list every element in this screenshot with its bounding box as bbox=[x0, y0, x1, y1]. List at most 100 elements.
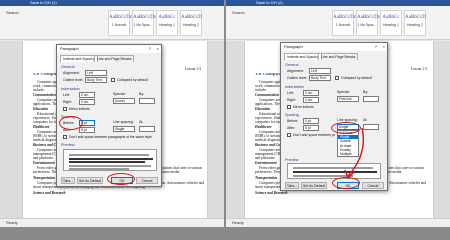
doc-line: and platforms. bbox=[33, 156, 54, 160]
help-icon[interactable]: ? bbox=[375, 43, 377, 51]
outline-level-label: Outline level: bbox=[63, 78, 84, 82]
dont-add-space-checkbox[interactable] bbox=[287, 133, 291, 137]
search-box[interactable]: Search bbox=[232, 10, 245, 15]
line-spacing-label: Line spacing: bbox=[113, 120, 134, 124]
section-preview: Preview bbox=[61, 143, 75, 147]
collapsed-label: Collapsed by default bbox=[117, 78, 148, 82]
section-spacing: Spacing bbox=[285, 113, 299, 117]
section-indentation: Indentation bbox=[285, 85, 304, 89]
preview-pane bbox=[63, 149, 157, 171]
indent-right-input[interactable]: 0 cm bbox=[79, 99, 95, 105]
set-default-button[interactable]: Set As Default bbox=[301, 182, 327, 189]
dont-add-space-label: Don't add space between paragraphs of th… bbox=[293, 133, 335, 137]
dialog-title: Paragraph bbox=[281, 43, 387, 51]
doc-subheading: Education bbox=[255, 107, 271, 111]
doc-line: include: bbox=[255, 88, 267, 92]
doc-line: and platforms. bbox=[255, 156, 276, 160]
special-select[interactable]: (none) bbox=[113, 98, 135, 104]
at-input[interactable] bbox=[139, 126, 155, 132]
section-general: General bbox=[285, 63, 299, 67]
by-input[interactable] bbox=[139, 98, 155, 104]
arrow-icon bbox=[344, 127, 365, 180]
section-indentation: Indentation bbox=[61, 87, 80, 91]
alignment-select[interactable]: Left bbox=[309, 68, 331, 74]
dialog-title: Paragraph bbox=[57, 45, 161, 53]
outline-level-label: Outline level: bbox=[287, 76, 308, 80]
tabs-button[interactable]: Tabs... bbox=[285, 182, 299, 189]
by-input[interactable] bbox=[363, 96, 379, 102]
doc-subheading: Healthcare bbox=[255, 125, 272, 129]
at-label: At: bbox=[363, 118, 368, 122]
style-no-spacing[interactable]: AaBbCcDc 1 No Spac... bbox=[356, 10, 380, 36]
indent-right-label: Right: bbox=[287, 98, 297, 102]
collapsed-label: Collapsed by default bbox=[341, 76, 372, 80]
by-label: By: bbox=[363, 90, 369, 94]
tabs-button[interactable]: Tabs... bbox=[61, 177, 75, 184]
outline-level-select[interactable]: Body Text bbox=[85, 77, 107, 83]
page-header: Lesson 1-3 bbox=[185, 67, 201, 71]
cancel-button[interactable]: Cancel bbox=[136, 177, 158, 184]
mirror-indents-checkbox[interactable] bbox=[63, 107, 67, 111]
tab-line-page-breaks[interactable]: Line and Page Breaks bbox=[94, 55, 135, 62]
style-no-spacing[interactable]: AaBbCcDc 1 No Spac... bbox=[132, 10, 156, 36]
line-spacing-select[interactable]: Single bbox=[113, 126, 135, 132]
word-window-right: Save to OH (2) Search AaBbCcDc 1 Normal A… bbox=[226, 0, 450, 227]
spacing-after-input[interactable]: 8 pt bbox=[79, 127, 95, 133]
style-heading-1[interactable]: AaBbCc Heading 1 bbox=[156, 10, 178, 36]
screenshot-scene: Save to OH (1) Search AaBbCcDc 1 Normal A… bbox=[0, 0, 450, 236]
ribbon: Search AaBbCcDc 1 Normal AaBbCcDc 1 No Spa… bbox=[226, 6, 450, 40]
style-heading-1[interactable]: AaBbCc Heading 1 bbox=[380, 10, 402, 36]
section-preview: Preview bbox=[285, 158, 299, 162]
special-label: Special: bbox=[113, 92, 126, 96]
status-bar: Ready bbox=[0, 218, 224, 227]
set-default-button[interactable]: Set As Default bbox=[77, 177, 103, 184]
collapsed-checkbox[interactable] bbox=[335, 76, 339, 80]
help-icon[interactable]: ? bbox=[149, 45, 151, 53]
tab-indents-spacing[interactable]: Indents and Spacing bbox=[284, 53, 322, 60]
collapsed-checkbox[interactable] bbox=[111, 78, 115, 82]
dont-add-space-label: Don't add space between paragraphs of th… bbox=[69, 135, 152, 139]
outline-level-select[interactable]: Body Text bbox=[309, 75, 331, 81]
style-heading-2[interactable]: AaBbCcD Heading 2 bbox=[404, 10, 426, 36]
close-icon[interactable]: × bbox=[157, 45, 159, 53]
spacing-after-input[interactable]: 8 pt bbox=[303, 125, 319, 131]
by-label: By: bbox=[139, 92, 145, 96]
mirror-indents-label: Mirror indents bbox=[69, 107, 90, 111]
doc-subheading: Transportation bbox=[33, 176, 56, 180]
mirror-indents-label: Mirror indents bbox=[293, 105, 314, 109]
cancel-button[interactable]: Cancel bbox=[362, 182, 384, 189]
doc-subheading: Communication bbox=[255, 93, 279, 97]
ribbon: Search AaBbCcDc 1 Normal AaBbCcDc 1 No Spa… bbox=[0, 6, 224, 40]
search-box[interactable]: Search bbox=[6, 10, 19, 15]
doc-subheading: Entertainment bbox=[33, 161, 55, 165]
dont-add-space-checkbox[interactable] bbox=[63, 135, 67, 139]
indent-left-input[interactable]: 0 cm bbox=[79, 92, 95, 98]
alignment-label: Alignment: bbox=[63, 71, 80, 75]
after-label: After: bbox=[287, 126, 296, 130]
section-general: General bbox=[61, 65, 75, 69]
special-select[interactable]: First line bbox=[337, 96, 359, 102]
indent-left-label: Left: bbox=[63, 93, 70, 97]
tab-line-page-breaks[interactable]: Line and Page Breaks bbox=[318, 53, 359, 60]
at-label: At: bbox=[139, 120, 144, 124]
doc-subheading: Science and Research bbox=[255, 191, 288, 195]
tab-indents-spacing[interactable]: Indents and Spacing bbox=[60, 55, 98, 62]
alignment-select[interactable]: Left bbox=[85, 70, 107, 76]
close-icon[interactable]: × bbox=[383, 43, 385, 51]
doc-subheading: Transportation bbox=[255, 176, 278, 180]
word-window-left: Save to OH (1) Search AaBbCcDc 1 Normal A… bbox=[0, 0, 224, 227]
spacing-before-input[interactable]: 0 pt bbox=[303, 118, 319, 124]
before-label: Before: bbox=[287, 119, 299, 123]
style-normal[interactable]: AaBbCcDc 1 Normal bbox=[108, 10, 132, 36]
indent-left-input[interactable]: 0 cm bbox=[303, 90, 319, 96]
indent-left-label: Left: bbox=[287, 91, 294, 95]
doc-subheading: Communication bbox=[33, 93, 57, 97]
indent-right-label: Right: bbox=[63, 100, 73, 104]
paragraph-dialog: Paragraph ? × Indents and Spacing Line a… bbox=[280, 42, 388, 191]
alignment-label: Alignment: bbox=[287, 69, 304, 73]
style-normal[interactable]: AaBbCcDc 1 Normal bbox=[332, 10, 356, 36]
style-heading-2[interactable]: AaBbCcD Heading 2 bbox=[180, 10, 202, 36]
doc-subheading: Education bbox=[33, 107, 49, 111]
indent-right-input[interactable]: 0 cm bbox=[303, 97, 319, 103]
mirror-indents-checkbox[interactable] bbox=[287, 105, 291, 109]
